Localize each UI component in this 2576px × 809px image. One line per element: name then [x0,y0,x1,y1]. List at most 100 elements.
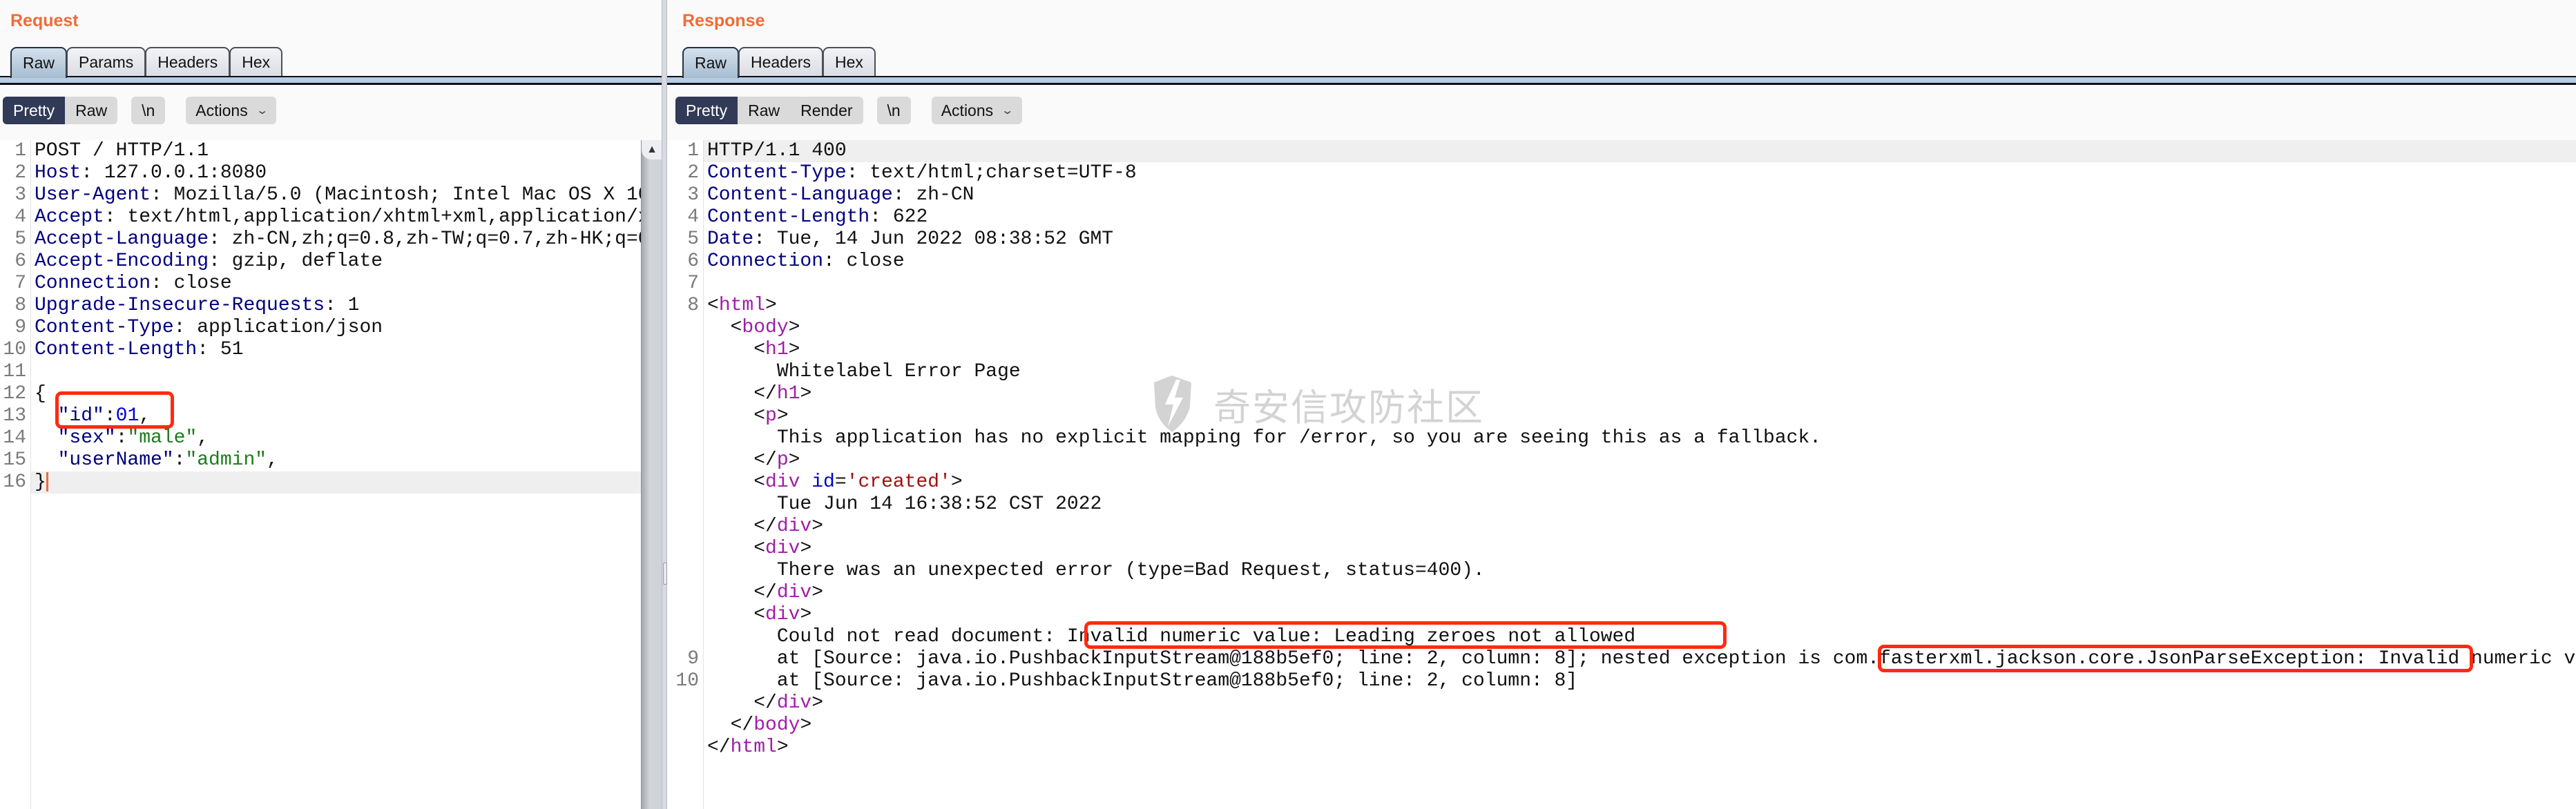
text-token: < [707,295,719,316]
text-token: : zh-CN [892,184,974,206]
key-token: Accept-Encoding [35,251,209,272]
tag-token: div [776,516,812,537]
code-line: <div> [667,538,2576,560]
request-editor[interactable]: 1 POST / HTTP/1.1 2 Host: 127.0.0.1:8080 3 Us… [0,140,662,809]
line-number: 9 [15,317,26,338]
line-text: POST / HTTP/1.1 [35,140,209,162]
line-number: 5 [687,228,699,250]
text-token: : Mozilla/5.0 (Macintosh; Intel Mac OS X… [151,184,662,206]
text-token: </ [707,737,731,758]
view-mode-render-button[interactable]: Render [790,97,863,124]
text-token: </ [707,714,754,736]
key-token: Content-Type [707,162,847,184]
line-number: 8 [15,295,26,316]
text-token: : Tue, 14 Jun 2022 08:38:52 GMT [753,228,1114,250]
key-token: Host [35,162,81,184]
line-text: </div> [707,582,823,604]
actions-label: Actions [195,101,248,119]
code-line: <h1> [667,339,2576,361]
key-token: Content-Length [35,339,198,360]
code-line: 3 Content-Language: zh-CN [667,184,2576,206]
view-mode-raw-button[interactable]: Raw [65,97,117,124]
view-mode-pretty-button[interactable]: Pretty [3,97,66,124]
code-line: 14 "sex":"male", [0,427,662,449]
line-text: </h1> [707,383,811,405]
key-token: Connection [707,251,824,272]
line-text: Content-Type: application/json [35,317,383,339]
text-token: This application has no explicit mapping… [707,427,1822,449]
line-number: 1 [15,140,26,162]
request-scrollbar[interactable]: ▲ [641,140,662,809]
text-caret [46,471,48,491]
tag-token: h1 [776,383,800,404]
view-mode-raw-button[interactable]: Raw [738,97,790,124]
key-token: Connection [35,273,151,294]
text-token: </ [707,383,777,404]
tab-hex[interactable]: Hex [229,47,283,76]
response-newline-toggle[interactable]: \n [876,97,911,124]
tag-token: div [776,692,812,714]
string-token: "male" [127,427,198,449]
response-tabbar: Raw Headers Hex [667,47,2576,85]
key-token: Upgrade-Insecure-Requests [35,295,325,316]
response-highlight-box-exception-class [1878,645,2473,672]
text-token: </ [707,449,777,471]
code-line: 16} [3,471,662,494]
text-token: : zh-CN,zh;q=0.8,zh-TW;q=0.7,zh-HK;q=0.5 [209,228,662,250]
line-number: 4 [687,206,699,228]
tab-headers[interactable]: Headers [738,47,823,76]
request-highlight-box [55,391,174,429]
line-number: 9 [687,648,699,670]
request-newline-toggle[interactable]: \n [131,97,166,124]
line-text: Content-Language: zh-CN [707,184,974,206]
line-text: There was an unexpected error (type=Bad … [707,560,1485,582]
line-number: 8 [687,295,699,316]
request-toolbar: Pretty Raw \n Actions ⌄ [3,97,277,124]
key-token: "userName" [57,449,174,471]
line-text: This application has no explicit mapping… [707,427,1821,449]
code-line: </div> [667,692,2576,714]
line-text: at [Source: java.io.PushbackInputStream@… [707,670,1577,692]
tab-raw[interactable]: Raw [682,47,740,78]
tab-hex[interactable]: Hex [822,47,876,76]
request-actions-button[interactable]: Actions ⌄ [186,97,277,124]
tab-headers[interactable]: Headers [145,47,231,76]
code-line: 9 Content-Type: application/json [0,317,662,339]
text-token: </ [707,516,777,537]
line-number: 12 [3,383,26,404]
code-line: </div> [667,582,2576,604]
line-number: 3 [15,184,26,206]
text-token: </ [707,582,777,603]
tab-raw[interactable]: Raw [10,47,68,78]
text-token: : 127.0.0.1:8080 [81,162,267,184]
tab-params[interactable]: Params [66,47,146,76]
text-token: : [173,449,186,471]
request-view-modes: Pretty Raw [3,97,118,124]
chevron-down-icon: ⌄ [256,105,269,117]
code-line: 10 Content-Length: 51 [0,339,662,361]
response-actions-button[interactable]: Actions ⌄ [931,97,1022,124]
key-token: Date [707,228,754,250]
request-pane: Request Raw Params Headers Hex Pretty Raw \n… [0,0,662,809]
line-number: 5 [15,228,26,250]
pane-splitter[interactable] [662,0,667,809]
actions-label: Actions [941,101,994,119]
key-token: Content-Length [707,206,870,228]
view-mode-pretty-button[interactable]: Pretty [675,97,738,124]
line-number: 10 [3,339,26,360]
string-token: "admin" [185,449,267,471]
code-line: 7 [667,273,2576,295]
tab-underline [667,76,2576,85]
code-line: </html> [667,737,2576,759]
key-token: Content-Type [35,317,174,338]
attr-token: id [811,471,835,493]
text-token: < [707,471,766,493]
text-token: < [707,317,742,338]
line-text: { [35,383,46,405]
text-token: POST / HTTP/1.1 [35,140,209,162]
line-text: Upgrade-Insecure-Requests: 1 [35,295,360,317]
newline-toggle-label: \n [142,101,155,119]
scroll-up-arrow-icon[interactable]: ▲ [642,140,662,159]
response-editor[interactable]: 1 HTTP/1.1 400 2 Content-Type: text/html;ch… [667,140,2576,809]
